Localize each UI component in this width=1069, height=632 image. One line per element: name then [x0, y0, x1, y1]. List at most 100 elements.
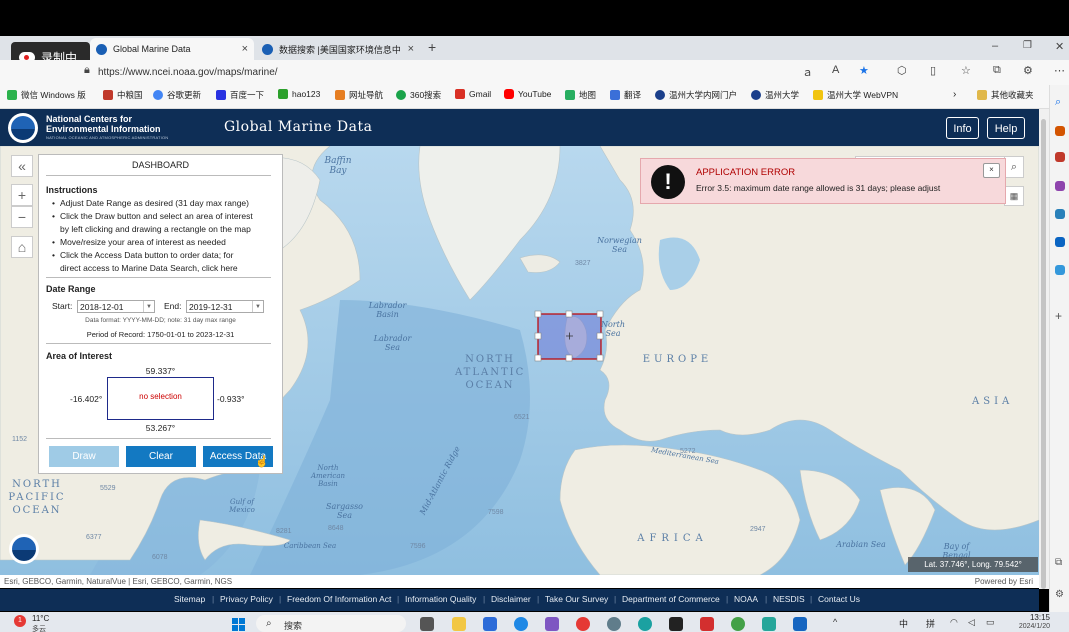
info-button[interactable]: Info — [946, 117, 979, 139]
basemap-gallery-icon[interactable]: ▦ — [1004, 186, 1024, 206]
footer-link-privacy[interactable]: Privacy Policy — [220, 594, 273, 604]
taskbar-search[interactable]: ⌕ 搜索 — [256, 615, 406, 632]
bookmark-item[interactable]: 微信 Windows 版 — [7, 89, 86, 101]
footer-link-foia[interactable]: Freedom Of Information Act — [287, 594, 391, 604]
games-icon[interactable] — [1055, 209, 1065, 219]
url-field[interactable]: https://www.ncei.noaa.gov/maps/marine/ — [98, 63, 828, 82]
bookmark-item[interactable]: 温州大学 WebVPN — [813, 89, 898, 101]
tab-global-marine-data[interactable]: Global Marine Data × — [90, 38, 254, 60]
bookmark-item[interactable]: 温州大学 — [751, 89, 799, 101]
footer-link-sitemap[interactable]: Sitemap — [174, 594, 205, 604]
app-icon[interactable] — [483, 617, 497, 631]
restore-button[interactable]: ❐ — [1023, 40, 1032, 51]
bookmark-item[interactable]: Gmail — [455, 89, 491, 99]
split-screen-icon[interactable]: ▯ — [930, 64, 936, 77]
search-icon[interactable]: ⌕ — [1004, 156, 1024, 178]
noaa-logo[interactable] — [8, 113, 38, 143]
chevron-down-icon[interactable]: ▼ — [252, 301, 263, 312]
app-icon[interactable] — [731, 617, 745, 631]
collapse-panel-button[interactable]: « — [11, 155, 33, 177]
bookmark-item[interactable]: 地图 — [565, 89, 596, 101]
instruction-line-with-link[interactable]: direct access to Marine Data Search, cli… — [60, 263, 238, 273]
weather-alert-icon[interactable]: 1 — [14, 615, 26, 627]
footer-link-survey[interactable]: Take Our Survey — [545, 594, 608, 604]
powered-by-esri[interactable]: Powered by Esri — [975, 575, 1033, 588]
zoom-in-button[interactable]: + — [11, 184, 33, 206]
bookmark-item[interactable]: hao123 — [278, 89, 320, 99]
settings-icon[interactable] — [607, 617, 621, 631]
footer-link-commerce[interactable]: Department of Commerce — [622, 594, 720, 604]
clock-time[interactable]: 13:15 — [1010, 613, 1050, 622]
other-bookmarks-folder[interactable]: 其他收藏夹 — [977, 89, 1034, 101]
clock-date[interactable]: 2024/1/20 — [1006, 623, 1050, 632]
bookmark-item[interactable]: 网址导航 — [335, 89, 383, 101]
chrome-icon[interactable] — [576, 617, 590, 631]
app-icon[interactable] — [793, 617, 807, 631]
tab-close-icon[interactable]: × — [242, 43, 248, 55]
home-button[interactable]: ⌂ — [11, 236, 33, 258]
tools-icon[interactable] — [1055, 126, 1065, 136]
search-icon[interactable]: ⌕ — [1055, 96, 1065, 108]
screenshot-icon[interactable]: ⧉ — [1055, 557, 1065, 568]
extensions-icon[interactable]: ⬡ — [897, 64, 907, 77]
favorites-icon[interactable]: ☆ — [961, 64, 971, 77]
new-tab-button[interactable]: + — [428, 39, 436, 55]
more-menu-icon[interactable]: ⋯ — [1054, 64, 1065, 77]
windows-start-icon[interactable] — [232, 618, 246, 632]
file-explorer-icon[interactable] — [452, 617, 466, 631]
zoom-out-button[interactable]: − — [11, 206, 33, 228]
start-date-input[interactable]: 2018-12-01 ▼ — [77, 300, 155, 313]
window-close-button[interactable]: ✕ — [1055, 40, 1064, 53]
footer-link-nesdis[interactable]: NESDIS — [773, 594, 805, 604]
org-name: National Centers for Environmental Infor… — [46, 114, 161, 134]
app-icon[interactable] — [514, 617, 528, 631]
help-button[interactable]: Help — [987, 117, 1025, 139]
bookmark-item[interactable]: 谷歌更新 — [153, 89, 201, 101]
draw-button[interactable]: Draw — [49, 446, 119, 467]
favorite-star-icon[interactable]: ★ — [859, 64, 869, 77]
footer-link-noaa[interactable]: NOAA — [734, 594, 758, 604]
chevron-right-icon[interactable]: › — [953, 89, 956, 100]
weather-temp[interactable]: 11°C — [32, 614, 49, 623]
footer-link-contact[interactable]: Contact Us — [818, 594, 860, 604]
shopping-icon[interactable] — [1055, 152, 1065, 162]
edge-icon[interactable] — [638, 617, 652, 631]
settings-icon[interactable]: ⚙ — [1055, 589, 1065, 600]
app-icon[interactable] — [762, 617, 776, 631]
error-close-button[interactable]: × — [983, 163, 1000, 178]
bookmark-item[interactable]: 温州大学内网门户 — [655, 89, 737, 101]
bookmark-item[interactable]: 翻译 — [610, 89, 641, 101]
minimize-button[interactable]: – — [992, 40, 998, 52]
page-scrollbar[interactable] — [1039, 109, 1049, 589]
clear-button[interactable]: Clear — [126, 446, 196, 467]
collections-icon[interactable]: ⧉ — [993, 64, 1001, 77]
chevron-down-icon[interactable]: ▼ — [143, 301, 154, 312]
visual-studio-icon[interactable] — [545, 617, 559, 631]
task-view-icon[interactable] — [420, 617, 434, 631]
bookmark-item[interactable]: 360搜索 — [396, 89, 441, 101]
wps-icon[interactable] — [700, 617, 714, 631]
ime-mode-chinese[interactable]: 中 — [899, 617, 908, 630]
end-date-input[interactable]: 2019-12-31 ▼ — [186, 300, 264, 313]
wifi-icon[interactable]: ◠ — [950, 617, 958, 628]
terminal-icon[interactable] — [669, 617, 683, 631]
ime-pinyin[interactable]: 拼 — [926, 617, 935, 630]
tab-data-search[interactable]: 数据搜索 |美国国家环境信息中心 × — [256, 38, 420, 60]
footer-separator: | — [765, 594, 768, 604]
persona-icon[interactable] — [1055, 181, 1065, 191]
bookmark-item[interactable]: YouTube — [504, 89, 551, 99]
footer-link-disclaimer[interactable]: Disclaimer — [491, 594, 531, 604]
add-icon[interactable]: + — [1055, 309, 1065, 323]
tab-close-icon[interactable]: × — [408, 43, 414, 55]
read-aloud-icon[interactable]: ａ — [802, 64, 813, 80]
volume-icon[interactable]: ◁ — [968, 617, 975, 628]
footer-link-info-quality[interactable]: Information Quality — [405, 594, 476, 604]
chevron-up-icon[interactable]: ^ — [833, 617, 837, 627]
extension-icon[interactable]: ⚙ — [1023, 64, 1033, 77]
drop-icon[interactable] — [1055, 265, 1065, 275]
bookmark-item[interactable]: 中粮国 — [103, 89, 143, 101]
bookmark-item[interactable]: 百度一下 — [216, 89, 264, 101]
battery-icon[interactable]: ▭ — [986, 617, 995, 628]
outlook-icon[interactable] — [1055, 237, 1065, 247]
text-size-icon[interactable]: A — [832, 64, 839, 76]
